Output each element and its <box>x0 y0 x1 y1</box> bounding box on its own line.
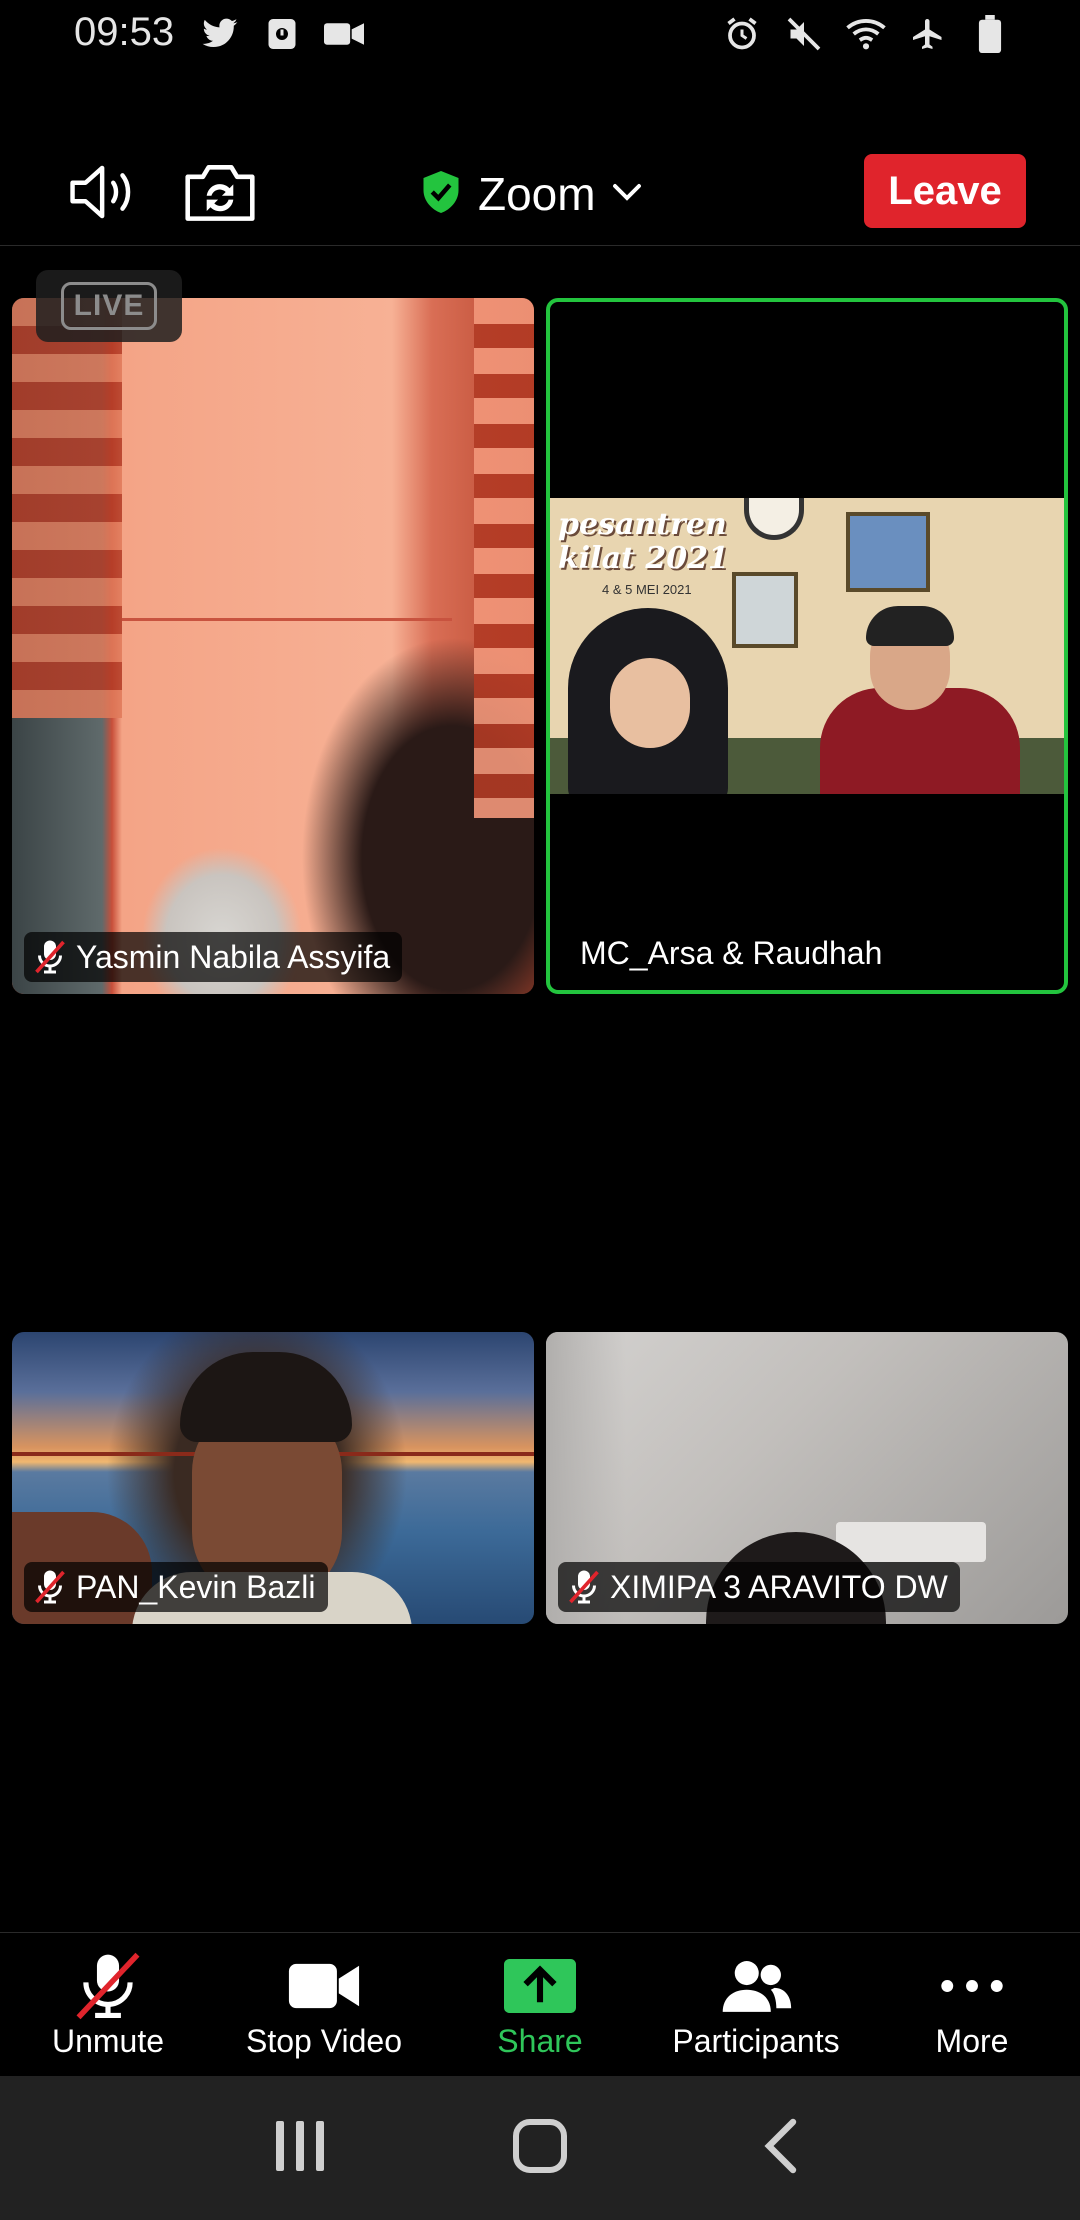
participant-video <box>12 298 534 994</box>
participant-name-label: Yasmin Nabila Assyifa <box>24 932 403 982</box>
live-badge-text: LIVE <box>60 282 158 330</box>
participants-icon <box>719 1951 793 2021</box>
chevron-down-icon <box>612 182 642 207</box>
recent-apps-icon <box>274 2119 326 2178</box>
unmute-button[interactable]: Unmute <box>0 1933 216 2076</box>
video-detail <box>610 658 690 748</box>
battery-icon <box>970 14 1010 54</box>
system-navigation-bar <box>0 2076 1080 2220</box>
switch-camera-icon <box>182 161 258 228</box>
speaker-icon <box>67 164 141 225</box>
shared-title-line1: pesantren <box>558 507 727 542</box>
video-detail <box>732 572 798 648</box>
participant-name-label: MC_Arsa & Raudhah <box>562 928 895 978</box>
participant-name: MC_Arsa & Raudhah <box>580 934 883 971</box>
stop-video-label: Stop Video <box>246 2023 402 2059</box>
clock-image <box>744 498 804 540</box>
video-tile-kevin[interactable]: PAN_Kevin Bazli <box>12 1332 534 1624</box>
participant-name: XIMIPA 3 ARAVITO DW <box>610 1568 948 1605</box>
status-left-icons <box>200 14 364 54</box>
status-right-icons <box>722 14 1010 54</box>
meeting-header: Zoom Leave <box>0 150 1080 246</box>
meeting-title-dropdown[interactable]: Zoom <box>420 164 642 224</box>
more-button[interactable]: More <box>864 1933 1080 2076</box>
alarm-icon <box>722 14 762 54</box>
participant-name-label: XIMIPA 3 ARAVITO DW <box>558 1562 960 1612</box>
video-recording-icon <box>324 14 364 54</box>
home-icon <box>512 2118 568 2179</box>
shield-check-icon <box>420 169 462 220</box>
video-detail <box>122 618 452 621</box>
switch-camera-button[interactable] <box>180 154 260 234</box>
airplane-icon <box>908 14 948 54</box>
more-dots-icon <box>939 1951 1005 2021</box>
video-detail <box>846 512 930 592</box>
video-tile-aravito[interactable]: XIMIPA 3 ARAVITO DW <box>546 1332 1068 1624</box>
share-button[interactable]: Share <box>432 1933 648 2076</box>
participants-label: Participants <box>672 2023 840 2059</box>
participant-name-label: PAN_Kevin Bazli <box>24 1562 328 1612</box>
recent-apps-button[interactable] <box>260 2108 340 2188</box>
participant-name: PAN_Kevin Bazli <box>76 1568 316 1605</box>
meeting-title: Zoom <box>478 168 596 220</box>
participant-name: Yasmin Nabila Assyifa <box>76 938 391 975</box>
unmute-label: Unmute <box>51 2023 165 2059</box>
video-camera-icon <box>287 1951 361 2021</box>
video-detail <box>836 1522 986 1562</box>
shared-title: pesantren kilat 2021 <box>558 508 729 576</box>
status-bar: 09:53 <box>0 0 1080 72</box>
app-notification-icon <box>262 14 302 54</box>
video-tile-yasmin[interactable]: Yasmin Nabila Assyifa <box>12 298 534 994</box>
shared-subtitle: 4 & 5 MEI 2021 <box>602 582 692 597</box>
share-label: Share <box>497 2023 583 2059</box>
live-badge: LIVE <box>36 270 182 342</box>
mic-muted-icon <box>32 1567 68 1607</box>
more-label: More <box>935 2023 1009 2059</box>
shared-title-line2: kilat 2021 <box>558 541 729 576</box>
video-detail <box>866 606 954 646</box>
video-tile-mc-arsa-raudhah[interactable]: pesantren kilat 2021 4 & 5 MEI 2021 MC_A… <box>546 298 1068 994</box>
mic-muted-icon <box>566 1567 602 1607</box>
video-detail <box>12 298 122 718</box>
leave-button[interactable]: Leave <box>864 154 1026 228</box>
back-icon <box>763 2118 797 2179</box>
share-screen-icon <box>503 1951 577 2021</box>
meeting-toolbar: Unmute Stop Video Share Participants Mor… <box>0 1932 1080 2076</box>
wifi-icon <box>846 14 886 54</box>
mic-muted-icon <box>71 1951 145 2021</box>
speaker-button[interactable] <box>64 154 144 234</box>
mute-icon <box>784 14 824 54</box>
video-detail <box>180 1352 352 1442</box>
twitter-icon <box>200 14 240 54</box>
mic-muted-icon <box>32 937 68 977</box>
participant-video: pesantren kilat 2021 4 & 5 MEI 2021 <box>550 498 1064 794</box>
back-button[interactable] <box>740 2108 820 2188</box>
stop-video-button[interactable]: Stop Video <box>216 1933 432 2076</box>
home-button[interactable] <box>500 2108 580 2188</box>
status-time: 09:53 <box>74 10 175 54</box>
participants-button[interactable]: Participants <box>648 1933 864 2076</box>
video-detail <box>474 298 534 818</box>
